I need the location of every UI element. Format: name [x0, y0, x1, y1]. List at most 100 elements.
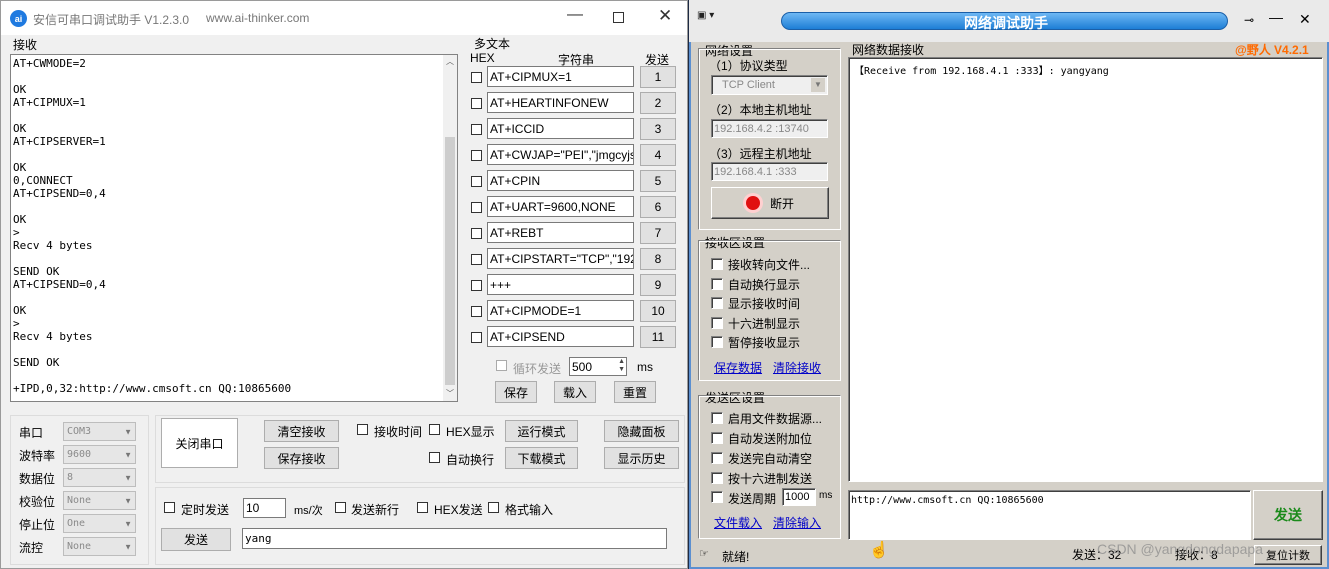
multi-text-send-button[interactable]: 3: [640, 118, 676, 140]
multi-text-input[interactable]: AT+CIPMUX=1: [487, 66, 634, 87]
loop-interval-input[interactable]: 500 ▲ ▼: [569, 357, 627, 376]
reset-count-button[interactable]: 复位计数: [1254, 545, 1322, 565]
multi-text-hex-checkbox[interactable]: [471, 202, 482, 213]
send-option-checkbox[interactable]: [711, 472, 723, 484]
clear-input-link[interactable]: 清除输入: [773, 514, 821, 531]
multi-text-input[interactable]: +++: [487, 274, 634, 295]
send-text-input[interactable]: yang: [242, 528, 667, 549]
close-icon[interactable]: ✕: [1299, 11, 1311, 28]
run-mode-button[interactable]: 运行模式: [505, 420, 578, 442]
multi-text-input[interactable]: AT+CPIN: [487, 170, 634, 191]
multi-text-input[interactable]: AT+CIPSTART="TCP","192: [487, 248, 634, 269]
recv-option-checkbox[interactable]: [711, 258, 723, 270]
multi-text-hex-checkbox[interactable]: [471, 332, 482, 343]
receive-time-checkbox[interactable]: [357, 424, 368, 435]
multi-text-input[interactable]: AT+CWJAP="PEI","jmgcyjs: [487, 144, 634, 165]
send-option-checkbox[interactable]: [711, 412, 723, 424]
hide-panel-button[interactable]: 隐藏面板: [604, 420, 679, 442]
chevron-down-icon[interactable]: ▼: [124, 519, 132, 528]
clear-receive-link[interactable]: 清除接收: [773, 359, 821, 376]
multi-text-hex-checkbox[interactable]: [471, 228, 482, 239]
receive-scrollbar[interactable]: ︿ ﹀: [443, 55, 457, 401]
send-textarea[interactable]: http://www.cmsoft.cn QQ:10865600: [848, 490, 1251, 540]
save-data-link[interactable]: 保存数据: [714, 359, 762, 376]
load-button[interactable]: 载入: [554, 381, 596, 403]
chevron-down-icon[interactable]: ▼: [124, 496, 132, 505]
multi-text-input[interactable]: AT+REBT: [487, 222, 634, 243]
send-period-checkbox[interactable]: [711, 491, 723, 503]
multi-text-hex-checkbox[interactable]: [471, 176, 482, 187]
chevron-down-icon[interactable]: ▼: [124, 473, 132, 482]
minimize-icon[interactable]: —: [1269, 9, 1283, 25]
multi-text-hex-checkbox[interactable]: [471, 98, 482, 109]
chevron-down-icon[interactable]: ▼: [124, 450, 132, 459]
multi-text-hex-checkbox[interactable]: [471, 150, 482, 161]
data-select[interactable]: 8 ▼: [63, 468, 136, 487]
timed-send-checkbox[interactable]: [164, 502, 175, 513]
recv-option-checkbox[interactable]: [711, 297, 723, 310]
disconnect-button[interactable]: 断开: [711, 187, 829, 219]
file-load-link[interactable]: 文件载入: [714, 514, 762, 531]
maximize-icon[interactable]: [613, 12, 624, 23]
dropdown-arrow-icon[interactable]: ▼: [811, 78, 825, 92]
receive-area[interactable]: 【Receive from 192.168.4.1 :333】: yangyan…: [848, 57, 1323, 482]
local-host-input[interactable]: 192.168.4.2 :13740: [711, 119, 828, 138]
scroll-thumb[interactable]: [445, 137, 455, 385]
save-button[interactable]: 保存: [495, 381, 537, 403]
multi-text-hex-checkbox[interactable]: [471, 72, 482, 83]
multi-text-send-button[interactable]: 6: [640, 196, 676, 218]
close-icon[interactable]: ✕: [658, 6, 672, 26]
send-period-input[interactable]: 1000: [782, 488, 816, 506]
multi-text-hex-checkbox[interactable]: [471, 280, 482, 291]
hex-send-checkbox[interactable]: [417, 502, 428, 513]
minimize-icon[interactable]: —: [567, 6, 583, 24]
send-period-input[interactable]: 10: [243, 498, 286, 518]
scroll-up-icon[interactable]: ︿: [446, 56, 454, 67]
close-port-button[interactable]: 关闭串口: [161, 418, 238, 468]
send-option-checkbox[interactable]: [711, 452, 723, 464]
recv-option-checkbox[interactable]: [711, 336, 723, 349]
send-button[interactable]: 发送: [1253, 490, 1323, 540]
multi-text-hex-checkbox[interactable]: [471, 254, 482, 265]
protocol-select[interactable]: TCP Client ▼: [711, 75, 828, 95]
multi-text-input[interactable]: AT+UART=9600,NONE: [487, 196, 634, 217]
multi-text-send-button[interactable]: 4: [640, 144, 676, 166]
show-history-button[interactable]: 显示历史: [604, 447, 679, 469]
remote-host-input[interactable]: 192.168.4.1 :333: [711, 162, 828, 181]
multi-text-input[interactable]: AT+ICCID: [487, 118, 634, 139]
hex-display-checkbox[interactable]: [429, 424, 440, 435]
multi-text-input[interactable]: AT+HEARTINFONEW: [487, 92, 634, 113]
flow-select[interactable]: None ▼: [63, 537, 136, 556]
scroll-down-icon[interactable]: ﹀: [446, 388, 454, 399]
format-input-checkbox[interactable]: [488, 502, 499, 513]
clear-receive-button[interactable]: 清空接收: [264, 420, 339, 442]
stop-select[interactable]: One ▼: [63, 514, 136, 533]
download-mode-button[interactable]: 下载模式: [505, 447, 578, 469]
auto-wrap-checkbox[interactable]: [429, 452, 440, 463]
multi-text-send-button[interactable]: 9: [640, 274, 676, 296]
reset-button[interactable]: 重置: [614, 381, 656, 403]
send-option-checkbox[interactable]: [711, 432, 723, 444]
loop-send-checkbox[interactable]: [496, 360, 507, 371]
chevron-down-icon[interactable]: ▼: [124, 427, 132, 436]
multi-text-send-button[interactable]: 11: [640, 326, 676, 348]
pin-icon[interactable]: ⊸: [1244, 13, 1254, 27]
recv-option-checkbox[interactable]: [711, 277, 723, 290]
multi-text-send-button[interactable]: 1: [640, 66, 676, 88]
recv-option-checkbox[interactable]: [711, 316, 723, 329]
multi-text-send-button[interactable]: 10: [640, 300, 676, 322]
chevron-down-icon[interactable]: ▼: [124, 542, 132, 551]
multi-text-send-button[interactable]: 7: [640, 222, 676, 244]
multi-text-send-button[interactable]: 8: [640, 248, 676, 270]
parity-select[interactable]: None ▼: [63, 491, 136, 510]
send-button[interactable]: 发送: [161, 528, 231, 551]
multi-text-input[interactable]: AT+CIPSEND: [487, 326, 634, 347]
send-newline-checkbox[interactable]: [335, 502, 346, 513]
multi-text-hex-checkbox[interactable]: [471, 124, 482, 135]
multi-text-hex-checkbox[interactable]: [471, 306, 482, 317]
multi-text-send-button[interactable]: 2: [640, 92, 676, 114]
baud-select[interactable]: 9600 ▼: [63, 445, 136, 464]
port-select[interactable]: COM3 ▼: [63, 422, 136, 441]
receive-textarea[interactable]: AT+CWMODE=2 OK AT+CIPMUX=1 OK AT+CIPSERVER=1…: [10, 54, 458, 402]
spin-arrows-icon[interactable]: ▲ ▼: [618, 358, 625, 374]
